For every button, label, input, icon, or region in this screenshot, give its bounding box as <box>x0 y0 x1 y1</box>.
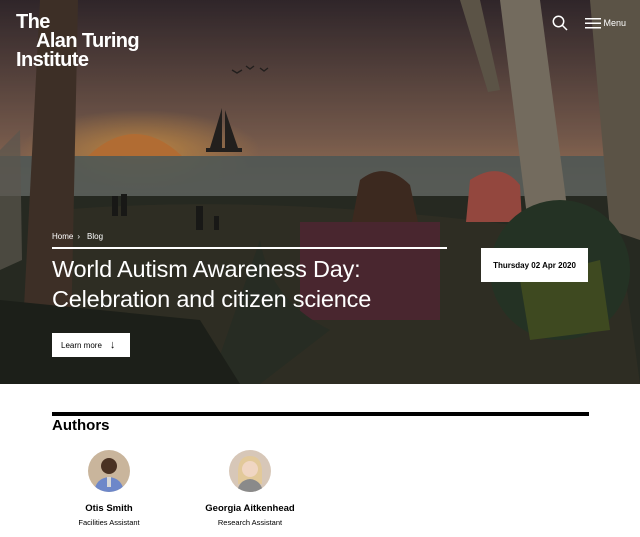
author-card[interactable]: Georgia Aitkenhead Research Assistant <box>190 450 310 527</box>
page-title: World Autism Awareness Day: Celebration … <box>52 254 472 314</box>
chevron-right-icon: › <box>77 232 81 241</box>
date-badge: Thursday 02 Apr 2020 <box>481 248 588 282</box>
menu-button[interactable]: Menu <box>585 17 626 29</box>
learn-more-label: Learn more <box>61 340 102 350</box>
learn-more-button[interactable]: Learn more ↓ <box>52 333 130 357</box>
authors-divider <box>52 412 589 416</box>
hamburger-icon <box>585 18 602 29</box>
breadcrumb-blog[interactable]: Blog <box>87 232 103 241</box>
menu-label: Menu <box>603 18 626 28</box>
avatar <box>88 450 130 492</box>
logo-line-3: Institute <box>16 49 89 71</box>
breadcrumb: Home › Blog <box>52 232 103 241</box>
turing-logo[interactable]: The Alan Turing Institute <box>16 12 140 71</box>
header-actions: Menu <box>551 14 626 32</box>
hero-banner: The Alan Turing Institute Menu Home › Bl… <box>0 0 640 384</box>
page-title-line-1: World Autism Awareness Day: <box>52 256 361 282</box>
title-divider <box>52 247 447 249</box>
author-name: Georgia Aitkenhead <box>205 503 295 514</box>
page-title-line-2: Celebration and citizen science <box>52 286 372 312</box>
author-role: Research Assistant <box>217 518 283 527</box>
author-name: Otis Smith <box>85 503 133 514</box>
arrow-down-icon: ↓ <box>109 338 116 351</box>
authors-heading: Authors <box>52 417 110 434</box>
author-role: Facilities Assistant <box>78 518 140 527</box>
breadcrumb-home[interactable]: Home <box>52 232 73 241</box>
avatar <box>229 450 271 492</box>
author-card[interactable]: Otis Smith Facilities Assistant <box>49 450 169 527</box>
search-icon[interactable] <box>551 14 569 32</box>
